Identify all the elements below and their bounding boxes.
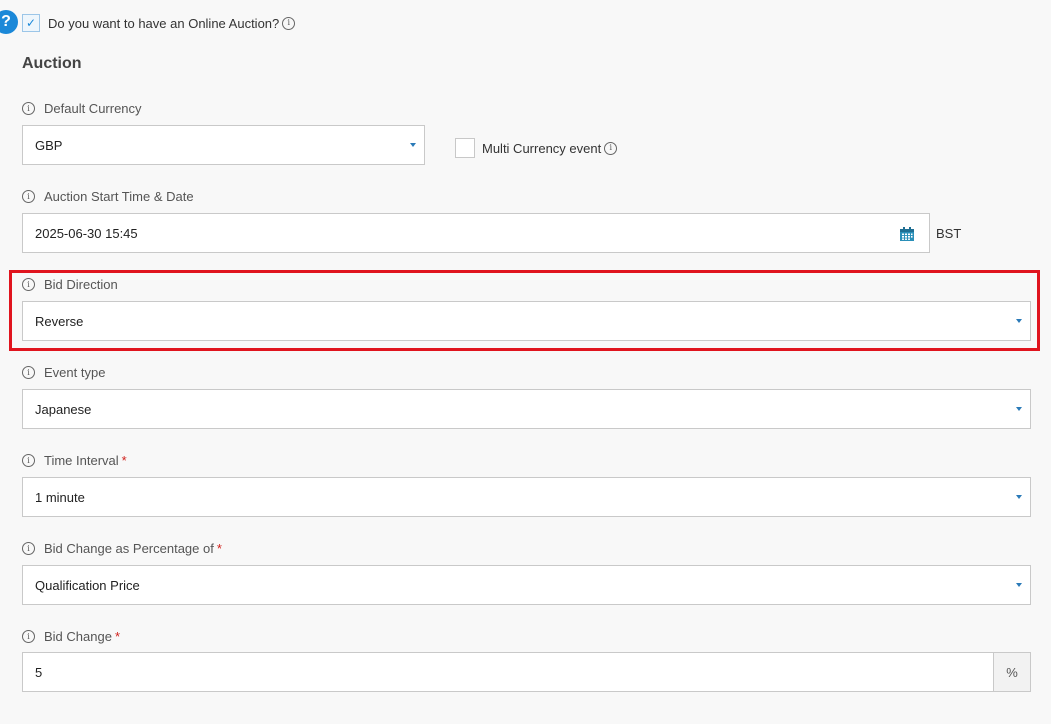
info-icon[interactable]: i <box>22 190 35 203</box>
bid-change-input[interactable]: 5 <box>22 652 994 692</box>
info-icon[interactable]: i <box>22 454 35 467</box>
info-icon[interactable]: i <box>22 366 35 379</box>
info-icon[interactable]: i <box>282 16 296 30</box>
start-time-input[interactable]: 2025-06-30 15:45 <box>22 213 930 253</box>
chevron-down-icon <box>410 143 416 147</box>
info-icon[interactable]: i <box>22 102 35 115</box>
info-icon[interactable]: i <box>22 630 35 643</box>
chevron-down-icon <box>1016 407 1022 411</box>
info-icon[interactable]: i <box>604 141 618 155</box>
time-interval-label-row: i Time Interval * <box>22 453 127 468</box>
bid-change-label-row: i Bid Change * <box>22 629 120 644</box>
percent-addon: % <box>993 652 1031 692</box>
time-interval-select[interactable]: 1 minute <box>22 477 1031 517</box>
multi-currency-label: Multi Currency event <box>482 140 602 156</box>
default-currency-value: GBP <box>35 137 63 153</box>
calendar-icon[interactable] <box>899 226 915 245</box>
timezone-label: BST <box>936 226 962 241</box>
online-auction-label: Do you want to have an Online Auction? <box>48 15 280 31</box>
bid-change-pct-label: Bid Change as Percentage of <box>44 541 214 556</box>
bid-change-label: Bid Change <box>44 629 112 644</box>
bid-direction-label: Bid Direction <box>44 277 118 292</box>
bid-direction-select[interactable]: Reverse <box>22 301 1031 341</box>
online-auction-row: ✓ Do you want to have an Online Auction?… <box>22 12 296 34</box>
section-title: Auction <box>22 55 82 72</box>
required-marker: * <box>121 453 127 468</box>
time-interval-label: Time Interval <box>44 453 119 468</box>
bid-change-pct-value: Qualification Price <box>35 577 140 593</box>
default-currency-label-row: i Default Currency <box>22 101 142 116</box>
bid-direction-value: Reverse <box>35 313 84 329</box>
bid-direction-label-row: i Bid Direction <box>22 277 118 292</box>
bid-change-pct-label-row: i Bid Change as Percentage of * <box>22 541 222 556</box>
required-marker: * <box>114 629 121 644</box>
required-marker: * <box>216 541 222 556</box>
start-time-label: Auction Start Time & Date <box>44 189 194 204</box>
info-icon[interactable]: i <box>22 542 35 555</box>
online-auction-checkbox[interactable]: ✓ <box>22 14 40 32</box>
event-type-select[interactable]: Japanese <box>22 389 1031 429</box>
event-type-label: Event type <box>44 365 106 380</box>
bid-change-value: 5 <box>35 664 43 680</box>
start-time-value: 2025-06-30 15:45 <box>35 225 138 241</box>
start-time-label-row: i Auction Start Time & Date <box>22 189 194 204</box>
time-interval-value: 1 minute <box>35 489 85 505</box>
bid-change-pct-select[interactable]: Qualification Price <box>22 565 1031 605</box>
checkmark-icon: ✓ <box>25 16 37 30</box>
multi-currency-checkbox[interactable] <box>455 138 475 158</box>
chevron-down-icon <box>1016 495 1022 499</box>
event-type-value: Japanese <box>35 401 92 417</box>
chevron-down-icon <box>1016 583 1022 587</box>
event-type-label-row: i Event type <box>22 365 105 380</box>
default-currency-select[interactable]: GBP <box>22 125 425 165</box>
help-icon[interactable]: ? <box>0 10 18 34</box>
default-currency-label: Default Currency <box>44 101 142 116</box>
info-icon[interactable]: i <box>22 278 35 291</box>
chevron-down-icon <box>1016 319 1022 323</box>
multi-currency-row: Multi Currency event i <box>455 138 618 158</box>
